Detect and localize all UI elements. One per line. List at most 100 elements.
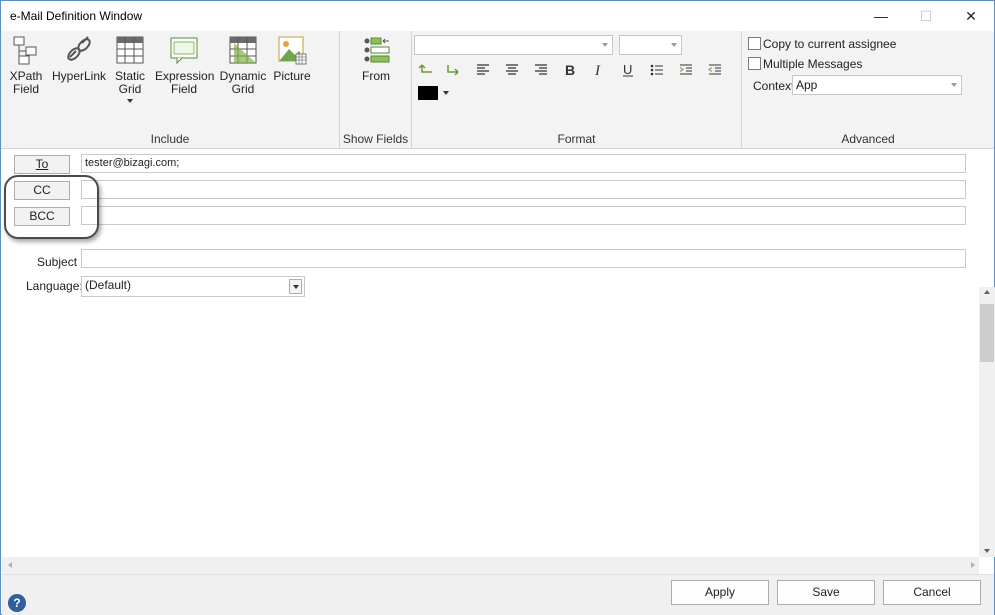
svg-text:U: U [623,63,632,77]
email-definition-window: e-Mail Definition Window — ☐ ✕ XPath Fie… [0,0,995,615]
hyperlink-icon [67,36,91,61]
italic-icon: I [594,63,601,77]
chevron-down-icon [951,83,957,87]
font-size-select[interactable] [619,35,682,55]
outdent-button[interactable] [706,61,724,79]
xpath-field-button[interactable]: XPath Field [5,35,47,96]
align-left-button[interactable] [474,61,492,79]
undo-icon [418,64,432,73]
align-center-button[interactable] [503,61,521,79]
align-right-button[interactable] [532,61,550,79]
show-fields-group-label: Show Fields [342,132,409,146]
static-grid-icon [116,36,144,64]
scroll-down-icon [984,549,990,553]
picture-label: Picture [273,69,311,83]
align-left-icon [477,64,489,75]
scroll-up-icon [984,290,990,294]
expression-field-button[interactable]: Expression Field [155,35,214,96]
from-fields-icon [364,37,390,63]
dynamic-grid-label-2: Grid [231,82,255,96]
vertical-scroll-thumb[interactable] [980,304,994,362]
bold-icon: B [565,63,575,77]
maximize-button[interactable]: ☐ [903,1,949,31]
language-value: (Default) [85,278,132,292]
align-right-icon [535,64,547,75]
scroll-right-icon [971,562,975,568]
bullet-list-icon [650,64,663,76]
ribbon: XPath Field HyperLink Static Grid Expres… [1,31,994,149]
subject-label: Subject [37,255,78,269]
window-title: e-Mail Definition Window [10,9,143,23]
xpath-field-icon [13,36,37,65]
hyperlink-button[interactable]: HyperLink [51,35,107,83]
from-button[interactable]: From [356,35,396,83]
multiple-messages-checkbox[interactable] [748,57,761,70]
indent-button[interactable] [677,61,695,79]
underline-button[interactable]: U [619,61,637,79]
cc-field[interactable] [81,180,966,199]
static-grid-dropdown-icon [127,99,133,103]
redo-button[interactable] [445,61,463,79]
scroll-left-icon [8,562,12,568]
outdent-icon [708,64,721,75]
context-select[interactable]: App [792,75,962,95]
italic-button[interactable]: I [590,61,608,79]
horizontal-scrollbar[interactable] [2,557,979,574]
message-body-editor[interactable] [2,301,979,557]
apply-button[interactable]: Apply [671,580,769,605]
align-center-icon [506,64,518,75]
include-group-label: Include [150,132,190,146]
advanced-group-label: Advanced [841,132,895,146]
picture-button[interactable]: Picture [271,35,313,83]
format-group: B I U Format [412,31,742,149]
bold-button[interactable]: B [561,61,579,79]
language-select[interactable]: (Default) [81,276,305,297]
title-bar: e-Mail Definition Window — ☐ ✕ [1,1,994,31]
show-fields-group: From Show Fields [340,31,412,149]
close-button[interactable]: ✕ [948,1,994,31]
dynamic-grid-button[interactable]: Dynamic Grid [218,35,268,96]
expression-field-icon [170,37,198,65]
context-value: App [796,78,818,92]
multiple-messages-label: Multiple Messages [763,57,863,71]
copy-assignee-checkbox[interactable] [748,37,761,50]
font-color-button[interactable] [417,84,449,102]
copy-assignee-label: Copy to current assignee [763,37,897,51]
static-grid-button[interactable]: Static Grid [110,35,150,103]
bullet-list-button[interactable] [648,61,666,79]
language-dropdown-button[interactable] [289,279,302,294]
format-group-label: Format [557,132,596,146]
to-field[interactable]: tester@bizagi.com; [81,154,966,173]
chevron-down-icon [293,285,299,289]
cancel-button[interactable]: Cancel [883,580,981,605]
hyperlink-label: HyperLink [51,69,107,83]
underline-icon: U [623,63,633,77]
indent-icon [679,64,692,75]
picture-icon [278,36,307,65]
dynamic-grid-icon [229,36,257,64]
chevron-down-icon [671,43,677,47]
save-button[interactable]: Save [777,580,875,605]
to-button[interactable]: To [14,155,70,174]
chevron-down-icon [442,91,449,95]
language-label: Language: [26,279,83,293]
from-label: From [362,69,390,83]
include-group: XPath Field HyperLink Static Grid Expres… [1,31,340,149]
help-icon[interactable]: ? [8,594,26,612]
context-label: Context [753,79,795,93]
static-grid-label-2: Grid [118,82,142,96]
svg-text:I: I [594,63,601,77]
advanced-group: Copy to current assignee Multiple Messag… [742,31,994,149]
subject-field[interactable] [81,249,966,268]
font-color-swatch [417,86,438,100]
expression-field-label-2: Field [170,82,197,96]
bcc-field[interactable] [81,206,966,225]
cc-bcc-highlight [4,175,99,239]
undo-button[interactable] [417,61,435,79]
redo-icon [447,65,459,76]
font-family-select[interactable] [414,35,613,55]
minimize-button[interactable]: — [858,1,904,31]
chevron-down-icon [602,43,608,47]
xpath-field-label-2: Field [12,82,39,96]
svg-text:B: B [565,63,575,77]
